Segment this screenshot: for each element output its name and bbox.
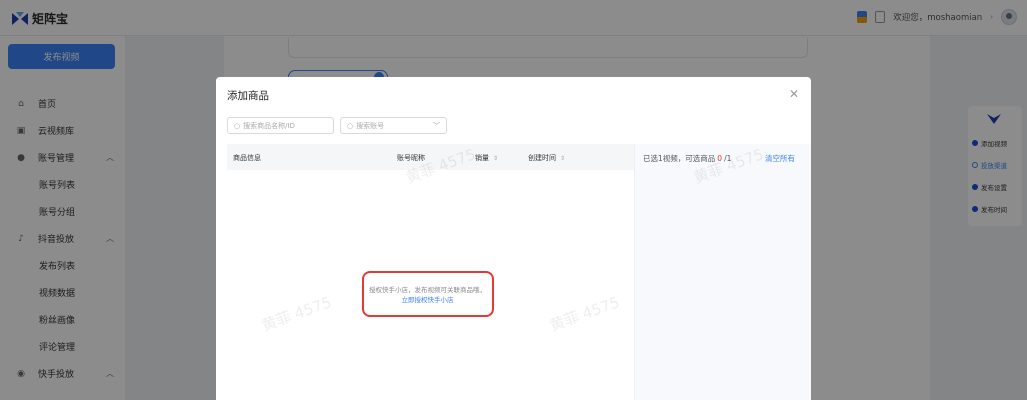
chevron-down-icon: ﹀ (433, 122, 440, 130)
column-created[interactable]: 创建时间 ⇕ (528, 153, 565, 163)
selection-panel: 已选1视频，可选商品 0 /1 清空所有 (634, 144, 811, 400)
add-product-modal: 添加商品 ✕ ○ 搜索商品名称/ID ○ 搜索账号 ﹀ 商品信息 账号昵称 销量… (216, 77, 811, 400)
column-sales[interactable]: 销量 ⇕ (475, 153, 498, 163)
account-placeholder: 搜索账号 (356, 121, 385, 130)
account-search-select[interactable]: ○ 搜索账号 ﹀ (340, 117, 447, 134)
search-icon: ○ (234, 121, 241, 130)
search-icon: ○ (347, 121, 354, 130)
column-product: 商品信息 (233, 153, 261, 163)
search-placeholder: 搜索商品名称/ID (243, 121, 295, 130)
column-label: 创建时间 (528, 154, 556, 162)
column-label: 商品信息 (233, 154, 261, 162)
sort-icon[interactable]: ⇕ (560, 155, 565, 162)
sort-icon[interactable]: ⇕ (493, 155, 498, 162)
product-search-input[interactable]: ○ 搜索商品名称/ID (227, 117, 334, 134)
modal-title: 添加商品 (227, 90, 269, 102)
empty-message: 授权快手小店，发布视频可关联商品哦， (369, 286, 486, 294)
close-icon[interactable]: ✕ (789, 87, 799, 101)
empty-state-highlight: 授权快手小店，发布视频可关联商品哦， 立即授权快手小店 (362, 271, 494, 317)
authorize-kuaishou-link[interactable]: 立即授权快手小店 (364, 295, 491, 305)
clear-all-button[interactable]: 清空所有 (765, 153, 795, 164)
empty-state: 授权快手小店，发布视频可关联商品哦， 立即授权快手小店 (364, 285, 491, 305)
